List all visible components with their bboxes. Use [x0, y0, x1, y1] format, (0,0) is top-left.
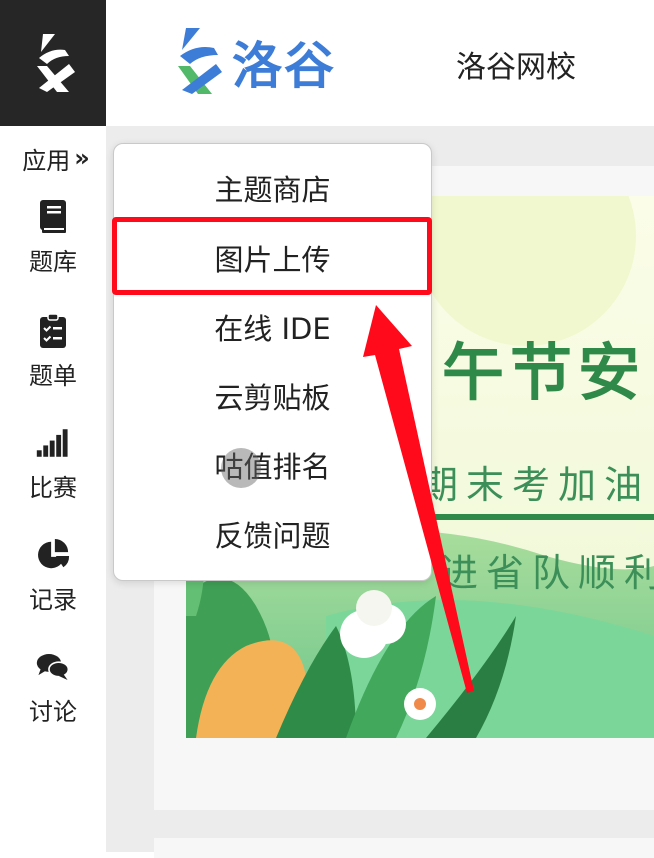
apps-toggle-label: 应用 [22, 146, 71, 175]
content-card-lower [154, 838, 654, 858]
top-header: 洛谷 洛谷网校 [106, 0, 654, 126]
sidebar-item-discuss[interactable]: 讨论 [0, 648, 106, 748]
sidebar-item-label: 记录 [29, 586, 77, 614]
signal-bars-icon [36, 424, 70, 462]
sidebar-item-label: 题库 [29, 248, 77, 276]
sidebar-item-contest[interactable]: 比赛 [0, 424, 106, 524]
banner-subtitle-1: 期末考加油 [420, 463, 651, 507]
sidebar-item-training[interactable]: 题单 [0, 312, 106, 412]
brand-logo[interactable]: 洛谷 [170, 24, 336, 100]
double-chevron-right-icon: » [74, 144, 89, 172]
book-icon [36, 198, 70, 236]
banner-subtitle-2: 进省队顺利 [440, 551, 654, 595]
chat-bubbles-icon [36, 648, 70, 686]
apps-dropdown-menu: 主题商店 图片上传 在线 IDE 云剪贴板 咕值排名 反馈问题 [113, 143, 432, 581]
touch-cursor [221, 448, 261, 488]
sidebar-item-label: 讨论 [29, 698, 77, 726]
menu-item-theme-store[interactable]: 主题商店 [114, 154, 431, 222]
luogu-logo-icon [37, 34, 75, 92]
sidebar-item-label: 比赛 [29, 474, 77, 502]
school-link[interactable]: 洛谷网校 [456, 42, 576, 86]
banner-title: 午节安 [442, 336, 647, 409]
sidebar-logo[interactable] [0, 0, 106, 126]
apps-menu-toggle[interactable]: 应用 » [0, 140, 106, 176]
luogu-brand-icon [178, 28, 222, 94]
menu-item-gu-ranking[interactable]: 咕值排名 [114, 431, 431, 499]
sidebar-item-records[interactable]: 记录 [0, 536, 106, 636]
pie-chart-icon [36, 536, 70, 574]
clipboard-list-icon [36, 312, 70, 350]
menu-item-cloud-clipboard[interactable]: 云剪贴板 [114, 362, 431, 430]
sidebar-item-label: 题单 [29, 362, 77, 390]
menu-item-feedback[interactable]: 反馈问题 [114, 500, 431, 568]
sidebar: 应用 » 题库 题单 比赛 记录 讨论 [0, 0, 106, 852]
menu-item-online-ide[interactable]: 在线 IDE [114, 293, 431, 361]
sidebar-item-problems[interactable]: 题库 [0, 198, 106, 298]
brand-name: 洛谷 [232, 37, 336, 95]
highlight-box [112, 217, 432, 295]
